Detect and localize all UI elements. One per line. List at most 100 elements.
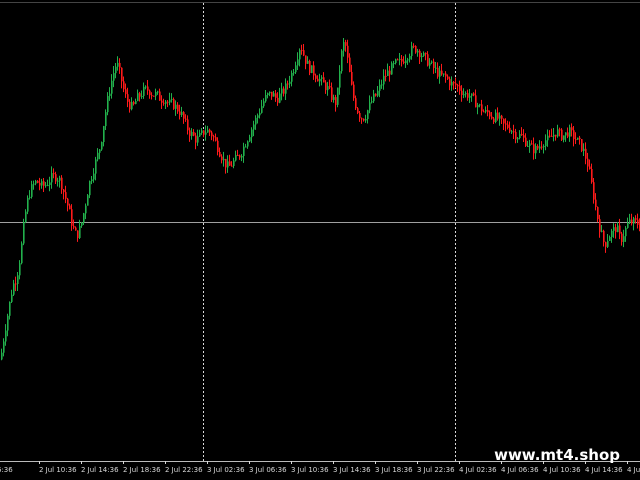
price-chart[interactable]: 6:36 2 Jul 10:36 2 Jul 14:36 2 Jul 18:36 2 J… [0, 0, 640, 480]
bull-candle [191, 131, 193, 136]
watermark-text: www.mt4.shop [494, 446, 620, 464]
bear-candle [579, 137, 581, 140]
bull-candle [9, 301, 11, 316]
bear-candle [195, 135, 197, 143]
bear-candle [351, 71, 353, 85]
bull-candle [265, 95, 267, 102]
bear-candle [225, 158, 227, 168]
bear-candle [221, 156, 223, 161]
bull-candle [259, 112, 261, 116]
bull-candle [373, 93, 375, 102]
bear-candle [505, 123, 507, 125]
bull-candle [241, 155, 243, 158]
bull-candle [205, 132, 207, 135]
bear-candle [239, 155, 241, 158]
bull-candle [339, 71, 341, 88]
bull-candle [17, 275, 19, 285]
bull-candle [267, 93, 269, 96]
bull-candle [85, 205, 87, 214]
bear-candle [73, 225, 75, 228]
bear-candle [425, 52, 427, 55]
bear-candle [363, 118, 365, 121]
bear-candle [331, 87, 333, 100]
bull-candle [543, 146, 545, 148]
bear-candle [551, 135, 553, 137]
bull-candle [577, 137, 579, 140]
bear-candle [149, 90, 151, 96]
bull-candle [245, 146, 247, 148]
bear-candle [585, 148, 587, 159]
bear-candle [419, 50, 421, 58]
bull-candle [175, 104, 177, 109]
bear-candle [179, 111, 181, 115]
bull-candle [169, 99, 171, 103]
bull-candle [601, 230, 603, 232]
bear-candle [401, 58, 403, 62]
bear-candle [375, 93, 377, 96]
bull-candle [19, 263, 21, 276]
bull-candle [115, 66, 117, 74]
bear-candle [489, 112, 491, 117]
bull-candle [393, 62, 395, 64]
bull-candle [535, 145, 537, 154]
time-tick-label: 4 Jul 14:36 [585, 466, 623, 474]
bull-candle [81, 222, 83, 226]
bull-candle [407, 59, 409, 61]
bear-candle [325, 82, 327, 91]
bear-candle [359, 112, 361, 119]
bear-candle [139, 93, 141, 97]
bull-candle [45, 185, 47, 187]
bull-candle [371, 101, 373, 103]
time-tick-label: 4 Jul 06:36 [501, 466, 539, 474]
bear-candle [599, 219, 601, 232]
bull-candle [391, 63, 393, 75]
bull-candle [57, 180, 59, 182]
bull-candle [281, 88, 283, 94]
bear-candle [501, 115, 503, 119]
bear-candle [303, 50, 305, 56]
bull-candle [495, 112, 497, 123]
bull-candle [411, 45, 413, 56]
bull-candle [377, 90, 379, 96]
bull-candle [557, 129, 559, 137]
bear-candle [309, 60, 311, 73]
bull-candle [527, 145, 529, 147]
bull-candle [197, 136, 199, 143]
chart-window[interactable]: 6:36 2 Jul 10:36 2 Jul 14:36 2 Jul 18:36 2 J… [0, 0, 640, 480]
bear-candle [161, 100, 163, 103]
bear-candle [567, 132, 569, 137]
bull-candle [327, 86, 329, 91]
bull-candle [95, 159, 97, 174]
bull-candle [399, 58, 401, 60]
bear-candle [151, 95, 153, 97]
bear-candle [287, 83, 289, 85]
bear-candle [389, 70, 391, 75]
bear-candle [441, 70, 443, 75]
bear-candle [275, 93, 277, 98]
bear-candle [361, 118, 363, 120]
bear-candle [445, 73, 447, 77]
bear-candle [507, 124, 509, 128]
bear-candle [385, 75, 387, 77]
bear-candle [591, 169, 593, 183]
bear-candle [357, 108, 359, 113]
bear-candle [533, 144, 535, 154]
bull-candle [529, 143, 531, 146]
bear-candle [185, 118, 187, 120]
bear-candle [397, 59, 399, 61]
bull-candle [295, 65, 297, 73]
bull-candle [381, 84, 383, 86]
bull-candle [405, 60, 407, 64]
bear-candle [345, 42, 347, 46]
bear-candle [637, 219, 639, 225]
bull-candle [253, 124, 255, 130]
bear-candle [593, 182, 595, 200]
bull-candle [409, 55, 411, 60]
bear-candle [595, 199, 597, 208]
bear-candle [203, 130, 205, 135]
bull-candle [607, 240, 609, 247]
bull-candle [625, 227, 627, 237]
bear-candle [413, 45, 415, 47]
bear-candle [229, 161, 231, 166]
bear-candle [63, 189, 65, 193]
